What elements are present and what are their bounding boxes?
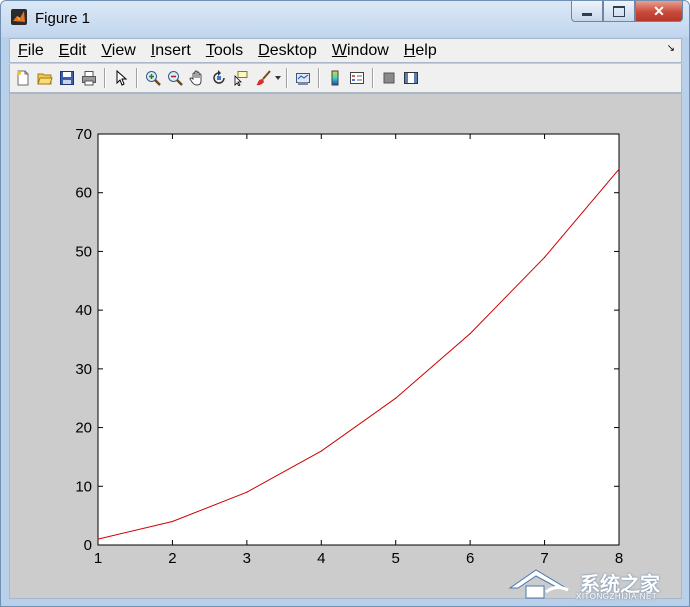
menu-file[interactable]: File	[10, 39, 51, 62]
figure-window: Figure 1 ✕ File Edit View Insert Tools D…	[0, 0, 690, 607]
watermark-subtext: XITONGZHIJIA.NET	[576, 592, 658, 601]
house-logo-icon	[508, 569, 569, 599]
hide-plot-tools-icon[interactable]	[378, 67, 400, 89]
open-file-icon[interactable]	[34, 67, 56, 89]
brush-dropdown-icon[interactable]	[274, 67, 282, 89]
axes-box[interactable]	[97, 133, 620, 546]
data-point	[246, 491, 248, 493]
data-cursor-icon[interactable]	[230, 67, 252, 89]
data-point	[469, 333, 471, 335]
minimize-button[interactable]	[571, 1, 603, 22]
y-tick-label: 70	[75, 126, 92, 143]
matlab-logo-icon	[11, 9, 27, 25]
line-plot[interactable]: 1 2 3 4 5 6 7 8 0 10 20 30 40 50 60 70	[10, 94, 681, 598]
figure-toolbar	[9, 64, 682, 93]
figure-canvas[interactable]: 1 2 3 4 5 6 7 8 0 10 20 30 40 50 60 70	[9, 93, 682, 599]
minimize-icon	[582, 12, 592, 16]
dock-arrow-icon[interactable]: ↘	[667, 43, 675, 54]
x-tick-label: 2	[168, 550, 176, 567]
toolbar-separator	[286, 68, 288, 88]
menu-desktop[interactable]: Desktop	[250, 39, 324, 62]
watermark-logo: 系统之家 XITONGZHIJIA.NET	[506, 566, 681, 602]
data-point	[97, 538, 99, 540]
menu-insert-label: nsert	[155, 42, 191, 59]
menu-desktop-mnemonic: D	[258, 42, 270, 59]
toolbar-separator	[372, 68, 374, 88]
data-point	[395, 397, 397, 399]
toolbar-separator	[136, 68, 138, 88]
y-tick-label: 20	[75, 420, 92, 437]
menu-window[interactable]: Window	[324, 39, 396, 62]
data-point	[171, 520, 174, 523]
menu-edit-mnemonic: E	[58, 42, 70, 59]
menu-bar: File Edit View Insert Tools Desktop Wind…	[9, 38, 682, 63]
menu-tools-mnemonic: T	[205, 42, 214, 59]
menu-view-label: iew	[111, 42, 136, 59]
menu-view-mnemonic: V	[101, 42, 112, 59]
menu-help-label: elp	[415, 42, 437, 59]
maximize-button[interactable]	[603, 1, 635, 22]
edit-plot-arrow-icon[interactable]	[110, 67, 132, 89]
brush-icon[interactable]	[252, 67, 274, 89]
close-icon: ✕	[653, 2, 665, 19]
legend-icon[interactable]	[346, 67, 368, 89]
menu-window-mnemonic: W	[331, 42, 347, 59]
title-bar[interactable]: Figure 1 ✕	[1, 1, 689, 37]
link-plot-icon[interactable]	[292, 67, 314, 89]
show-plot-tools-icon[interactable]	[400, 67, 422, 89]
x-tick-label: 3	[243, 550, 251, 567]
close-button[interactable]: ✕	[635, 1, 683, 22]
window-title: Figure 1	[35, 10, 91, 27]
menu-help-mnemonic: H	[403, 42, 416, 59]
x-tick-label: 1	[94, 550, 102, 567]
data-point	[320, 450, 322, 452]
toolbar-separator	[104, 68, 106, 88]
save-icon[interactable]	[56, 67, 78, 89]
menu-file-label: ile	[27, 42, 44, 59]
rotate-3d-icon[interactable]	[208, 67, 230, 89]
maximize-icon	[613, 5, 625, 17]
x-tick-label: 4	[317, 550, 325, 567]
menu-edit[interactable]: Edit	[51, 39, 94, 62]
menu-view[interactable]: View	[93, 39, 142, 62]
y-tick-label: 30	[75, 361, 92, 378]
toolbar-separator	[318, 68, 320, 88]
menu-help[interactable]: Help	[396, 39, 444, 62]
menu-edit-label: dit	[69, 42, 87, 59]
menu-window-label: indow	[346, 42, 389, 59]
data-point	[618, 168, 620, 170]
menu-file-mnemonic: F	[18, 42, 28, 59]
x-tick-label: 6	[466, 550, 474, 567]
menu-insert[interactable]: Insert	[143, 39, 198, 62]
data-point	[543, 256, 546, 258]
y-tick-label: 50	[75, 243, 92, 260]
zoom-in-icon[interactable]	[142, 67, 164, 89]
y-tick-label: 0	[84, 537, 92, 554]
new-figure-icon[interactable]	[12, 67, 34, 89]
x-tick-label: 7	[540, 550, 548, 567]
zoom-out-icon[interactable]	[164, 67, 186, 89]
y-tick-label: 60	[75, 185, 92, 202]
x-tick-label: 5	[392, 550, 400, 567]
x-tick-label: 8	[615, 550, 623, 567]
menu-tools[interactable]: Tools	[198, 39, 250, 62]
print-icon[interactable]	[78, 67, 100, 89]
colorbar-icon[interactable]	[324, 67, 346, 89]
menu-desktop-label: esktop	[269, 42, 317, 59]
y-tick-label: 10	[75, 478, 92, 495]
y-tick-label: 40	[75, 302, 92, 319]
pan-hand-icon[interactable]	[186, 67, 208, 89]
menu-tools-label: ools	[213, 42, 244, 59]
